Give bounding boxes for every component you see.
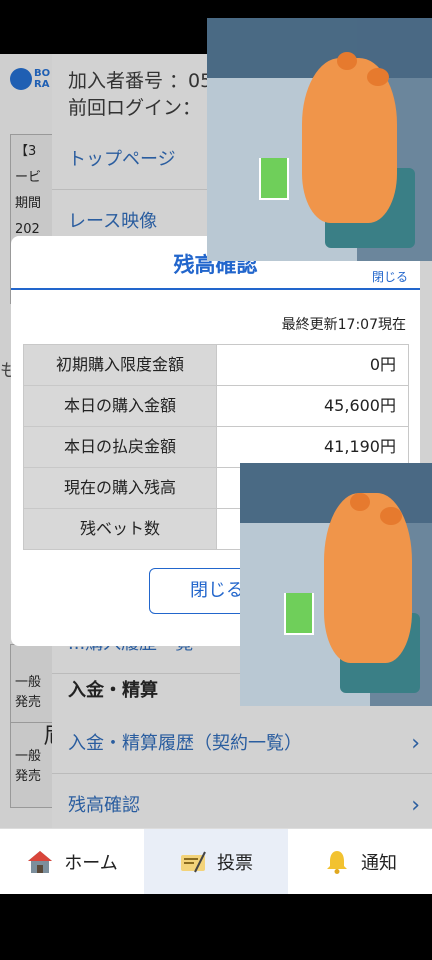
hamster-sticker xyxy=(207,18,432,261)
nav-home[interactable]: ホーム xyxy=(0,829,144,895)
menu-item-deposit-history[interactable]: 入金・精算履歴（契約一覧） › xyxy=(52,714,432,774)
ticket-icon xyxy=(181,851,206,873)
hamster-sticker xyxy=(240,463,432,706)
bell-icon xyxy=(327,851,347,874)
table-row: 初期購入限度金額 0円 xyxy=(23,344,409,386)
system-nav-bar xyxy=(0,894,432,960)
app-logo: BO RA xyxy=(10,62,50,98)
nav-notify[interactable]: 通知 xyxy=(288,829,432,895)
last-updated: 最終更新17:07現在 xyxy=(281,317,406,333)
row-value: 41,190円 xyxy=(324,437,396,456)
row-value: 45,600円 xyxy=(324,396,396,415)
chevron-right-icon: › xyxy=(411,731,420,756)
row-label: 本日の払戻金額 xyxy=(24,427,217,467)
row-label: 本日の購入金額 xyxy=(24,386,217,426)
row-label: 残ベット数 xyxy=(24,509,217,549)
table-row: 本日の払戻金額 41,190円 xyxy=(23,427,409,468)
menu-item-label: 残高確認 xyxy=(68,795,140,816)
nav-home-label: ホーム xyxy=(64,853,118,874)
menu-item-label: 入金・精算履歴（契約一覧） xyxy=(68,733,302,754)
table-row: 本日の購入金額 45,600円 xyxy=(23,386,409,427)
home-icon xyxy=(28,851,53,873)
modal-close-link[interactable]: 閉じる xyxy=(372,268,408,285)
nav-vote[interactable]: 投票 xyxy=(144,829,288,895)
row-label: 現在の購入残高 xyxy=(24,468,217,508)
nav-notify-label: 通知 xyxy=(361,853,397,874)
nav-vote-label: 投票 xyxy=(217,853,253,874)
row-value: 0円 xyxy=(369,355,396,374)
menu-item-balance-check[interactable]: 残高確認 › xyxy=(52,776,432,828)
row-label: 初期購入限度金額 xyxy=(24,345,217,385)
chevron-right-icon: › xyxy=(411,793,420,818)
bottom-nav: ホーム 投票 通知 xyxy=(0,828,432,895)
